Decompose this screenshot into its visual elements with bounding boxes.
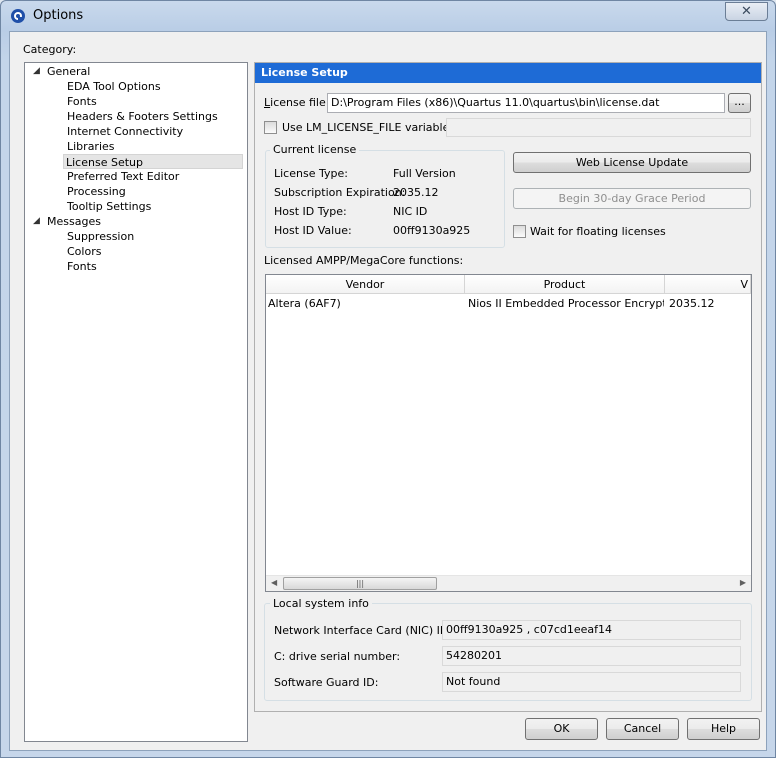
tree-item-eda-tool-options[interactable]: EDA Tool Options — [67, 79, 161, 94]
row-vendor-cell[interactable]: Altera (6AF7) — [268, 297, 463, 310]
license-file-input[interactable]: D:\Program Files (x86)\Quartus 11.0\quar… — [327, 93, 725, 113]
nic-id-label: Network Interface Card (NIC) ID: — [274, 624, 453, 637]
host-id-type-value: NIC ID — [393, 205, 428, 218]
tree-item-general[interactable]: General — [47, 64, 90, 79]
tree-item-tooltip-settings[interactable]: Tooltip Settings — [67, 199, 151, 214]
local-system-info-title: Local system info — [270, 597, 372, 610]
tree-item-colors[interactable]: Colors — [67, 244, 101, 259]
software-guard-field[interactable]: Not found — [442, 672, 741, 692]
tree-item-message-fonts[interactable]: Fonts — [67, 259, 97, 274]
wait-floating-checkbox[interactable] — [513, 225, 526, 238]
category-tree[interactable]: ◢ General EDA Tool Options Fonts Headers… — [24, 62, 248, 742]
tree-item-suppression[interactable]: Suppression — [67, 229, 134, 244]
lm-license-file-input[interactable] — [446, 118, 751, 137]
license-file-label: License file: — [264, 96, 329, 109]
column-header-product[interactable]: Product — [465, 275, 665, 294]
ok-button[interactable]: OK — [525, 718, 598, 740]
nic-id-field[interactable]: 00ff9130a925 , c07cd1eeaf14 — [442, 620, 741, 640]
subscription-expiration-value: 2035.12 — [393, 186, 439, 199]
use-lm-license-label: Use LM_LICENSE_FILE variable: — [282, 121, 454, 134]
license-setup-panel: License Setup License file: D:\Program F… — [254, 62, 762, 712]
close-button[interactable]: ✕ — [725, 2, 768, 21]
scroll-thumb[interactable]: ||| — [283, 577, 437, 590]
web-license-update-button[interactable]: Web License Update — [513, 152, 751, 173]
current-license-title: Current license — [270, 143, 360, 156]
expand-arrow-icon[interactable]: ◢ — [33, 66, 40, 76]
tree-item-libraries[interactable]: Libraries — [67, 139, 115, 154]
ampp-list[interactable]: Vendor Product V Altera (6AF7) Nios II E… — [265, 274, 752, 592]
scroll-right-icon[interactable]: ▶ — [740, 578, 746, 587]
expand-arrow-icon[interactable]: ◢ — [33, 216, 40, 226]
row-product-cell[interactable]: Nios II Embedded Processor Encrypte... — [468, 297, 664, 310]
options-dialog: Options ✕ Category: ◢ General EDA Tool O… — [0, 0, 776, 758]
tree-item-license-setup[interactable]: License Setup — [63, 154, 243, 169]
host-id-value-label: Host ID Value: — [274, 224, 352, 237]
close-icon: ✕ — [741, 4, 752, 19]
drive-serial-field[interactable]: 54280201 — [442, 646, 741, 666]
panel-header: License Setup — [255, 63, 761, 83]
horizontal-scrollbar[interactable]: ◀ ||| ▶ — [266, 575, 751, 591]
license-type-label: License Type: — [274, 167, 348, 180]
subscription-expiration-label: Subscription Expiration: — [274, 186, 406, 199]
wait-floating-label: Wait for floating licenses — [530, 225, 666, 238]
license-type-value: Full Version — [393, 167, 456, 180]
license-file-label-text: icense file: — [270, 96, 330, 109]
grace-period-button[interactable]: Begin 30-day Grace Period — [513, 188, 751, 209]
column-header-vendor[interactable]: Vendor — [266, 275, 465, 294]
host-id-value-value: 00ff9130a925 — [393, 224, 471, 237]
tree-item-messages[interactable]: Messages — [47, 214, 101, 229]
browse-button[interactable]: ... — [728, 93, 751, 113]
cancel-button[interactable]: Cancel — [606, 718, 679, 740]
tree-item-fonts[interactable]: Fonts — [67, 94, 97, 109]
drive-serial-label: C: drive serial number: — [274, 650, 401, 663]
row-version-cell[interactable]: 2035.12 — [669, 297, 749, 310]
dialog-client: Category: ◢ General EDA Tool Options Fon… — [9, 31, 767, 751]
title-bar[interactable]: Options ✕ — [1, 1, 775, 31]
ampp-label: Licensed AMPP/MegaCore functions: — [264, 254, 464, 267]
window-title: Options — [33, 8, 84, 23]
tree-item-processing[interactable]: Processing — [67, 184, 126, 199]
software-guard-label: Software Guard ID: — [274, 676, 379, 689]
tree-item-preferred-text-editor[interactable]: Preferred Text Editor — [67, 169, 179, 184]
column-header-version[interactable]: V — [665, 275, 751, 294]
quartus-app-icon — [11, 9, 25, 23]
host-id-type-label: Host ID Type: — [274, 205, 347, 218]
category-label: Category: — [23, 43, 77, 56]
use-lm-license-checkbox[interactable] — [264, 121, 277, 134]
tree-item-internet-connectivity[interactable]: Internet Connectivity — [67, 124, 183, 139]
tree-item-headers-footers[interactable]: Headers & Footers Settings — [67, 109, 218, 124]
scroll-left-icon[interactable]: ◀ — [271, 578, 277, 587]
help-button[interactable]: Help — [687, 718, 760, 740]
